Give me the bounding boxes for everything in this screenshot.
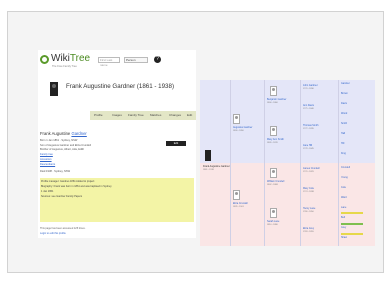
great-grandparent-dates: 1774 - 1838 <box>303 191 314 193</box>
gen4-name[interactable]: Cole <box>341 186 346 189</box>
grandparent-photo[interactable] <box>270 208 277 218</box>
grandparent-dates: 1805 - 1870 <box>267 142 278 144</box>
gen4-name[interactable]: Lane <box>341 206 346 209</box>
father-name[interactable]: Augustus Gardner <box>233 126 252 129</box>
death-info: Died 1938 · Sydney, NSW <box>40 170 71 173</box>
great-grandparent-name[interactable]: Thomas Smith <box>303 124 318 127</box>
gen4-name[interactable]: Smith <box>341 122 347 125</box>
gen4-name[interactable]: King <box>341 152 346 155</box>
great-grandparent-name[interactable]: Henry Lane <box>303 207 315 210</box>
site-logo[interactable]: WikiTree <box>51 53 90 64</box>
column-divider <box>338 80 339 246</box>
profile-heading: Frank Augustine Gardner <box>40 131 87 136</box>
gen4-name[interactable]: Gardner <box>341 82 350 85</box>
profile-tabs: Profile Images Family Tree Matches Chang… <box>90 111 196 120</box>
research-notes-box: Profile manager: Gardner-1861 Added to p… <box>40 178 194 222</box>
research-row: 1 Jan 1861 <box>41 190 54 193</box>
birth-info: Born 1 Jan 1861 · Sydney, NSW <box>40 139 78 142</box>
gen4-name[interactable]: Brown <box>341 92 348 95</box>
edit-button[interactable]: Edit <box>166 141 186 146</box>
great-grandparent-dates: 1775 - 1840 <box>303 108 314 110</box>
root-person-photo[interactable] <box>205 150 211 161</box>
highlight-marker <box>341 233 363 235</box>
tab-matches[interactable]: Matches <box>150 113 161 117</box>
great-grandparent-dates: 1783 - 1855 <box>303 231 314 233</box>
mother-name[interactable]: Eliza Crundell <box>233 202 248 205</box>
great-grandparent-dates: 1772 - 1835 <box>303 128 314 130</box>
great-grandparent-dates: 1770 - 1830 <box>303 88 314 90</box>
help-icon[interactable]: ? <box>154 56 161 63</box>
tab-changes[interactable]: Changes <box>169 113 181 117</box>
research-row: Sources: see Gardner Family Papers <box>41 195 83 198</box>
gen4-name[interactable]: Hill <box>341 142 344 145</box>
gen4-name[interactable]: Crundell <box>341 166 350 169</box>
great-grandparent-name[interactable]: Ann Davis <box>303 104 314 107</box>
great-grandparent-name[interactable]: Mary Cole <box>303 187 314 190</box>
siblings-info: Brother of Augustus, Albert, Ada, Edith <box>40 148 85 151</box>
research-row: Profile manager: Gardner-1861 Added to p… <box>41 180 95 183</box>
family-tree-link[interactable]: Family tree <box>40 153 53 156</box>
gen4-name[interactable]: Ward <box>341 196 347 199</box>
grandparent-photo[interactable] <box>270 168 277 178</box>
gen4-name[interactable]: Young <box>341 176 348 179</box>
login-link[interactable]: Login to edit this profile <box>40 232 66 235</box>
great-grandparent-dates: 1780 - 1850 <box>303 211 314 213</box>
great-grandparent-dates: 1778 - 1845 <box>303 148 314 150</box>
family-tree-chart: Frank Augustine Gardner 1861 - 1938 Augu… <box>200 80 375 246</box>
highlight-marker <box>341 212 363 214</box>
profile-photo[interactable] <box>50 82 58 96</box>
grandparent-photo[interactable] <box>270 126 277 136</box>
great-grandparent-name[interactable]: Eliza Grey <box>303 227 314 230</box>
grandparent-name[interactable]: Benjamin Gardner <box>267 98 286 101</box>
grandparent-name[interactable]: Mary Ann Smith <box>267 138 284 141</box>
gen4-name[interactable]: Wood <box>341 112 347 115</box>
ancestors-link[interactable]: Ancestors <box>40 158 52 161</box>
great-grandparent-name[interactable]: Jane Hill <box>303 144 312 147</box>
mother-dates: 1835 - 1901 <box>233 206 244 208</box>
research-row: Biography: Frank was born in 1861 and wa… <box>41 185 112 188</box>
grandparent-photo[interactable] <box>270 86 277 96</box>
tab-images[interactable]: Images <box>112 113 122 117</box>
grandparent-name[interactable]: Sarah Lane <box>267 220 279 223</box>
search-type-select[interactable]: Person <box>124 57 148 63</box>
surname-link[interactable]: Gardner <box>71 131 86 136</box>
gen4-name[interactable]: Bell <box>341 216 345 219</box>
tab-profile[interactable]: Profile <box>94 113 103 117</box>
parents-info: Son of Augustus Gardner and Eliza Crunde… <box>40 144 91 147</box>
column-divider <box>300 80 301 246</box>
tab-family-tree[interactable]: Family Tree <box>128 113 144 117</box>
profile-page: WikiTree The Free Family Tree First Last… <box>38 50 196 238</box>
tab-edit[interactable]: Edit <box>187 113 192 117</box>
descendants-link[interactable]: Descendants <box>40 163 55 166</box>
root-person-dates: 1861 - 1938 <box>203 169 214 171</box>
great-grandparent-name[interactable]: James Crundell <box>303 167 320 170</box>
site-header: WikiTree The Free Family Tree First Last… <box>38 52 196 70</box>
grandparent-name[interactable]: William Crundell <box>267 180 284 183</box>
gen4-name[interactable]: Hall <box>341 132 345 135</box>
father-photo[interactable] <box>233 114 240 124</box>
grandparent-dates: 1802 - 1868 <box>267 184 278 186</box>
column-divider <box>230 80 231 246</box>
presentation-frame: WikiTree The Free Family Tree First Last… <box>7 11 384 273</box>
root-person-name[interactable]: Frank Augustine Gardner <box>203 165 230 168</box>
page-footer: This page has been accessed 125 times. <box>40 227 86 230</box>
mother-photo[interactable] <box>233 190 240 200</box>
column-divider <box>264 80 265 246</box>
search-input[interactable]: First Last name <box>98 57 120 67</box>
site-tagline: The Free Family Tree <box>52 65 77 68</box>
great-grandparent-name[interactable]: John Gardner <box>303 84 318 87</box>
grandparent-dates: 1800 - 1860 <box>267 102 278 104</box>
page-title: Frank Augustine Gardner (1861 - 1938) <box>66 83 174 90</box>
highlight-marker <box>341 223 363 225</box>
great-grandparent-dates: 1770 - 1829 <box>303 171 314 173</box>
grandparent-dates: 1810 - 1880 <box>267 224 278 226</box>
gen4-name[interactable]: Grey <box>341 226 346 229</box>
gen4-name[interactable]: Davis <box>341 102 347 105</box>
father-dates: 1830 - 1890 <box>233 130 244 132</box>
gen4-name[interactable]: Shaw <box>341 236 347 239</box>
paternal-band <box>200 80 375 163</box>
wikitree-logo-icon[interactable] <box>40 55 49 64</box>
